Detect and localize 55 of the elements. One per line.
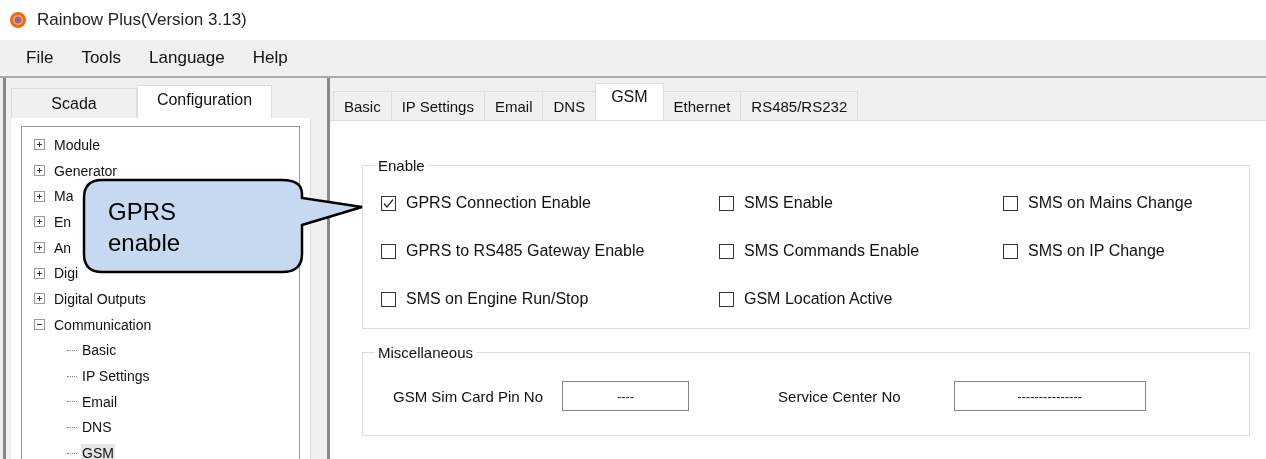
tab[interactable]: Scada <box>11 88 137 118</box>
menu-item[interactable]: File <box>26 48 70 68</box>
tree-item[interactable]: IP Settings <box>81 367 151 386</box>
checkbox[interactable] <box>381 291 396 307</box>
tree-item[interactable]: An <box>53 238 73 257</box>
expand-icon[interactable] <box>34 216 45 228</box>
tree-item[interactable]: DNS <box>81 418 113 437</box>
group-title: Miscellaneous <box>377 344 475 361</box>
expand-icon[interactable] <box>34 190 45 202</box>
checkbox-label: SMS on IP Change <box>1028 242 1165 260</box>
app-logo-icon <box>9 11 27 29</box>
input-field[interactable]: --------------- <box>953 381 1146 411</box>
checkbox[interactable] <box>1003 195 1018 211</box>
checkbox-label: SMS on Engine Run/Stop <box>406 290 589 308</box>
menu-item[interactable]: Help <box>252 48 304 68</box>
checkbox-label: SMS Commands Enable <box>744 242 920 260</box>
tree-item[interactable]: Digi <box>53 264 80 283</box>
expand-icon[interactable] <box>34 242 45 254</box>
menu-item[interactable]: Language <box>149 48 241 68</box>
expand-icon[interactable] <box>34 267 45 279</box>
menu-item[interactable]: Tools <box>81 48 138 68</box>
tree-item[interactable]: GSM <box>81 444 115 459</box>
checkbox-label: GPRS Connection Enable <box>406 194 591 212</box>
group-title: Enable <box>377 157 426 174</box>
tree-item[interactable]: Email <box>81 392 118 411</box>
tree-item[interactable]: En <box>53 212 73 231</box>
checkbox[interactable] <box>381 195 396 211</box>
checkbox-label: SMS Enable <box>744 194 833 212</box>
tree-item[interactable]: Basic <box>81 341 118 360</box>
checkbox-label: GPRS to RS485 Gateway Enable <box>406 242 645 260</box>
callout-text: GPRS enable <box>108 197 182 258</box>
tab[interactable]: RS485/RS232 <box>740 91 859 120</box>
checkbox[interactable] <box>719 243 734 259</box>
tree-item[interactable]: Module <box>53 135 101 154</box>
tab[interactable]: Basic <box>333 91 392 120</box>
checkbox[interactable] <box>719 195 734 211</box>
tree-item[interactable]: Digital Outputs <box>53 289 147 308</box>
checkbox[interactable] <box>719 291 734 307</box>
checkbox[interactable] <box>1003 243 1018 259</box>
tab[interactable]: Configuration <box>137 85 272 118</box>
tree-item[interactable]: Communication <box>53 315 153 334</box>
input-field[interactable]: ---- <box>562 381 690 411</box>
tree-item[interactable]: Generator <box>53 161 119 180</box>
checkbox-label: GSM Location Active <box>744 290 893 308</box>
collapse-icon[interactable] <box>34 319 45 331</box>
expand-icon[interactable] <box>34 165 45 177</box>
field-label: GSM Sim Card Pin No <box>393 387 544 405</box>
checkbox-label: SMS on Mains Change <box>1028 194 1193 212</box>
checkbox[interactable] <box>381 243 396 259</box>
window-title: Rainbow Plus(Version 3.13) <box>37 10 247 30</box>
tree-item[interactable]: Ma <box>53 187 75 206</box>
tab[interactable]: GSM <box>595 83 664 120</box>
expand-icon[interactable] <box>34 293 45 305</box>
field-label: Service Center No <box>778 387 901 405</box>
expand-icon[interactable] <box>34 139 45 151</box>
